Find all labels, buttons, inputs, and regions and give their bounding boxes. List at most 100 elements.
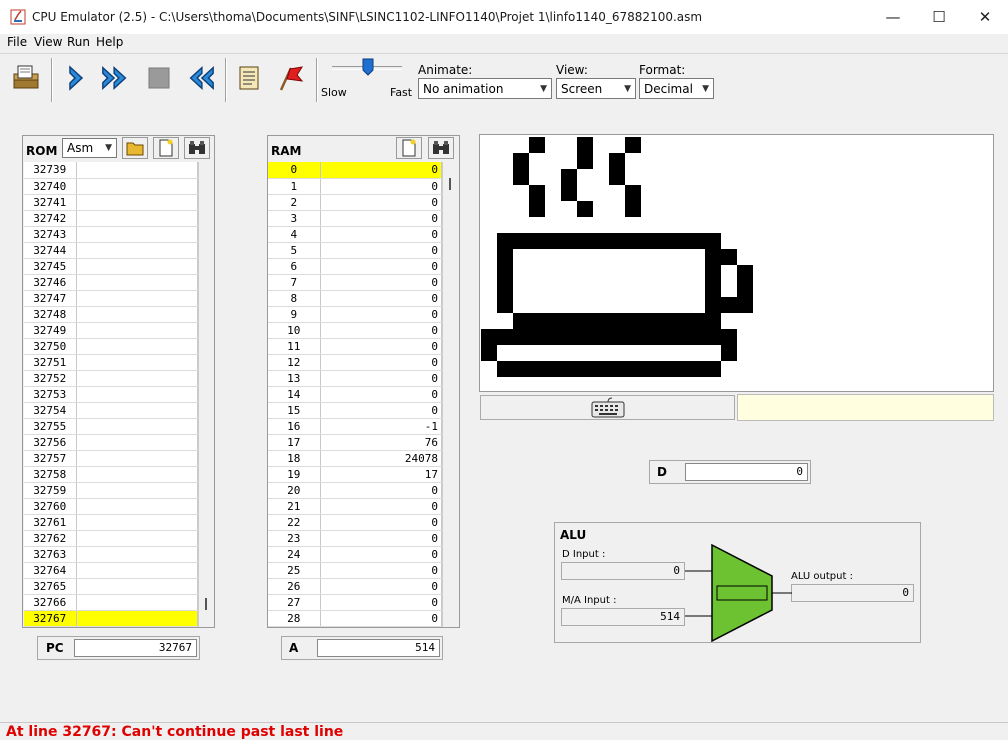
- maximize-button[interactable]: ☐: [916, 0, 962, 34]
- rom-instruction-cell[interactable]: [76, 242, 198, 259]
- ram-row[interactable]: 60: [268, 258, 442, 275]
- rom-instruction-cell[interactable]: [76, 162, 198, 179]
- ram-value-cell[interactable]: 0: [320, 594, 442, 611]
- rom-instruction-cell[interactable]: [76, 210, 198, 227]
- rom-instruction-cell[interactable]: [76, 370, 198, 387]
- rom-row[interactable]: 32754: [24, 402, 198, 419]
- ram-value-cell[interactable]: 0: [320, 162, 442, 179]
- rom-row[interactable]: 32748: [24, 306, 198, 323]
- ram-row[interactable]: 25 0: [268, 562, 442, 579]
- ram-row[interactable]: 10: [268, 178, 442, 195]
- fast-forward-button[interactable]: [100, 62, 132, 94]
- ram-row[interactable]: 17 76: [268, 434, 442, 451]
- menu-view[interactable]: View: [34, 35, 62, 49]
- rom-instruction-cell[interactable]: [76, 562, 198, 579]
- menu-file[interactable]: File: [7, 35, 27, 49]
- rom-instruction-cell[interactable]: [76, 194, 198, 211]
- ram-value-cell[interactable]: 17: [320, 466, 442, 483]
- d-value-field[interactable]: 0: [685, 463, 808, 481]
- ram-row[interactable]: 50: [268, 242, 442, 259]
- script-button[interactable]: [233, 62, 265, 94]
- rom-row[interactable]: 32750: [24, 338, 198, 355]
- ram-row[interactable]: 21 0: [268, 498, 442, 515]
- stop-button[interactable]: [143, 62, 175, 94]
- rom-scrollbar-thumb[interactable]: [205, 598, 207, 610]
- ram-row[interactable]: 22 0: [268, 514, 442, 531]
- ram-value-cell[interactable]: -1: [320, 418, 442, 435]
- menu-help[interactable]: Help: [96, 35, 123, 49]
- speed-slider-thumb[interactable]: [362, 58, 374, 76]
- rom-instruction-cell[interactable]: [76, 306, 198, 323]
- rom-row[interactable]: 32739: [24, 162, 198, 179]
- ram-row[interactable]: 18 24078: [268, 450, 442, 467]
- ram-row[interactable]: 23 0: [268, 530, 442, 547]
- rom-instruction-cell[interactable]: [76, 530, 198, 547]
- rom-instruction-cell[interactable]: [76, 498, 198, 515]
- ram-value-cell[interactable]: 0: [320, 210, 442, 227]
- rom-row[interactable]: 32755: [24, 418, 198, 435]
- ram-row[interactable]: 70: [268, 274, 442, 291]
- ram-value-cell[interactable]: 0: [320, 242, 442, 259]
- rom-load-button[interactable]: [122, 137, 148, 159]
- rom-row[interactable]: 32743: [24, 226, 198, 243]
- rom-row[interactable]: 32753: [24, 386, 198, 403]
- rom-instruction-cell[interactable]: [76, 354, 198, 371]
- ram-value-cell[interactable]: 0: [320, 386, 442, 403]
- ram-row[interactable]: 00: [268, 162, 442, 179]
- ram-value-cell[interactable]: 0: [320, 610, 442, 627]
- ram-search-button[interactable]: [428, 137, 454, 159]
- ram-row[interactable]: 30: [268, 210, 442, 227]
- ram-value-cell[interactable]: 0: [320, 226, 442, 243]
- ram-scrollbar-thumb[interactable]: [449, 178, 451, 190]
- ram-row[interactable]: 15 0: [268, 402, 442, 419]
- animate-select[interactable]: No animation ▼: [418, 78, 552, 99]
- rom-instruction-cell[interactable]: [76, 450, 198, 467]
- ram-value-cell[interactable]: 0: [320, 514, 442, 531]
- ram-row[interactable]: 13 0: [268, 370, 442, 387]
- ram-row[interactable]: 20: [268, 194, 442, 211]
- rom-search-button[interactable]: [184, 137, 210, 159]
- ram-value-cell[interactable]: 0: [320, 498, 442, 515]
- rom-row[interactable]: 32742: [24, 210, 198, 227]
- ram-value-cell[interactable]: 0: [320, 290, 442, 307]
- ram-row[interactable]: 19 17: [268, 466, 442, 483]
- minimize-button[interactable]: —: [870, 0, 916, 34]
- pc-value-field[interactable]: 32767: [74, 639, 197, 657]
- rom-instruction-cell[interactable]: [76, 418, 198, 435]
- rom-instruction-cell[interactable]: [76, 610, 198, 627]
- rom-instruction-cell[interactable]: [76, 482, 198, 499]
- ram-value-cell[interactable]: 76: [320, 434, 442, 451]
- view-select[interactable]: Screen ▼: [556, 78, 636, 99]
- ram-value-cell[interactable]: 0: [320, 306, 442, 323]
- rom-instruction-cell[interactable]: [76, 178, 198, 195]
- rom-instruction-cell[interactable]: [76, 578, 198, 595]
- breakpoints-button[interactable]: [274, 62, 306, 94]
- rom-instruction-cell[interactable]: [76, 402, 198, 419]
- rom-row[interactable]: 32746: [24, 274, 198, 291]
- rom-row[interactable]: 32749: [24, 322, 198, 339]
- menu-run[interactable]: Run: [67, 35, 90, 49]
- ram-value-cell[interactable]: 0: [320, 578, 442, 595]
- rom-row[interactable]: 32767: [24, 610, 198, 627]
- ram-row[interactable]: 28 0: [268, 610, 442, 627]
- rom-row[interactable]: 32744: [24, 242, 198, 259]
- ram-value-cell[interactable]: 0: [320, 274, 442, 291]
- rom-row[interactable]: 32752: [24, 370, 198, 387]
- ram-row[interactable]: 14 0: [268, 386, 442, 403]
- rom-instruction-cell[interactable]: [76, 594, 198, 611]
- ram-row[interactable]: 24 0: [268, 546, 442, 563]
- load-program-button[interactable]: [10, 62, 42, 94]
- rom-row[interactable]: 32757: [24, 450, 198, 467]
- rom-instruction-cell[interactable]: [76, 290, 198, 307]
- ram-row[interactable]: 90: [268, 306, 442, 323]
- close-button[interactable]: ✕: [962, 0, 1008, 34]
- rom-row[interactable]: 32740: [24, 178, 198, 195]
- ram-row[interactable]: 12 0: [268, 354, 442, 371]
- ram-row[interactable]: 10 0: [268, 322, 442, 339]
- rom-row[interactable]: 32756: [24, 434, 198, 451]
- reset-button[interactable]: [184, 62, 216, 94]
- rom-row[interactable]: 32751: [24, 354, 198, 371]
- rom-instruction-cell[interactable]: [76, 258, 198, 275]
- rom-row[interactable]: 32758: [24, 466, 198, 483]
- ram-value-cell[interactable]: 0: [320, 178, 442, 195]
